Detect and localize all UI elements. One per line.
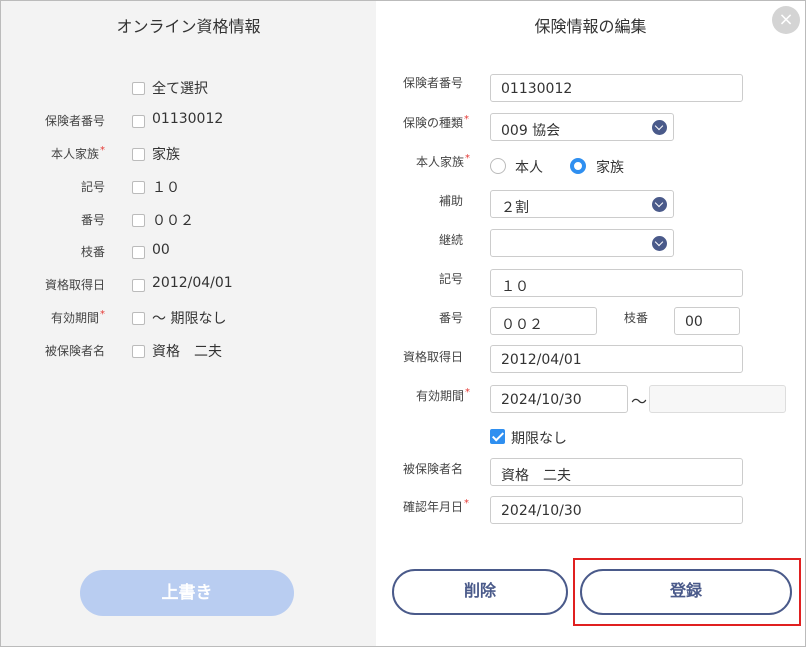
left-row-label: 資格取得日 [44,278,105,292]
chevron-down-icon [652,120,667,135]
left-row-label: 記号 [80,180,105,194]
insurer-number-input[interactable]: 01130012 [490,74,743,102]
register-button[interactable]: 登録 [580,569,792,615]
left-row-valid-period: 有効期間* ～ 期限なし [1,307,376,329]
select-all-checkbox[interactable] [132,82,145,95]
acquisition-date-input[interactable]: 2012/04/01 [490,345,743,373]
number-input[interactable]: ００２ [490,307,597,335]
left-row-label: 番号 [80,213,105,227]
right-panel-title: 保険情報の編集 [534,17,647,36]
radio-self-label: 本人 [515,160,543,176]
left-row-value: 家族 [152,147,180,163]
left-row-label: 有効期間* [50,309,105,325]
symbol-label: 記号 [439,272,464,286]
left-row-checkbox[interactable] [132,246,145,259]
left-row-value: ～ 期限なし [152,311,227,327]
radio-self[interactable] [490,158,506,174]
left-row-value: 00 [152,242,170,258]
left-row-value: １０ [152,180,180,196]
confirmation-date-label: 確認年月日* [403,498,470,514]
branch-input[interactable]: 00 [674,307,740,335]
self-family-label: 本人家族* [416,153,471,169]
insurance-type-label: 保険の種類* [403,114,470,130]
online-qualification-panel: オンライン資格情報 全て選択 保険者番号 01130012 本人家族* 家族 記… [1,1,376,646]
left-row-checkbox[interactable] [132,214,145,227]
valid-period-label: 有効期間* [416,387,471,403]
continuation-label: 継続 [439,233,464,247]
left-row-number: 番号 ００２ [1,209,376,231]
left-panel-title: オンライン資格情報 [116,17,261,36]
left-row-checkbox[interactable] [132,115,145,128]
left-row-label: 保険者番号 [44,114,105,128]
select-all-label: 全て選択 [152,81,208,97]
left-row-checkbox[interactable] [132,345,145,358]
insurer-number-label: 保険者番号 [403,76,464,90]
left-row-label: 被保険者名 [44,344,105,358]
radio-family[interactable] [570,158,586,174]
radio-family-label: 家族 [596,160,624,176]
left-row-self-family: 本人家族* 家族 [1,143,376,165]
assistance-value: ２割 [501,200,529,216]
valid-period-from-input[interactable]: 2024/10/30 [490,385,628,413]
chevron-down-icon [652,197,667,212]
overwrite-button[interactable]: 上書き [80,570,294,616]
number-label: 番号 [439,311,464,325]
continuation-select[interactable] [490,229,674,257]
assistance-label: 補助 [439,194,464,208]
branch-label: 枝番 [624,311,649,325]
insurance-type-value: 009 協会 [501,123,561,139]
left-row-value: 資格 二夫 [152,344,222,360]
left-row-checkbox[interactable] [132,279,145,292]
left-row-checkbox[interactable] [132,148,145,161]
left-row-checkbox[interactable] [132,312,145,325]
required-mark: * [100,309,105,320]
valid-period-to-input[interactable] [649,385,786,413]
close-button[interactable]: × [772,6,800,34]
left-row-value: 2012/04/01 [152,275,233,291]
left-row-acquisition-date: 資格取得日 2012/04/01 [1,274,376,296]
no-expiry-label: 期限なし [511,431,567,447]
left-row-value: ００２ [152,213,194,229]
period-separator: ～ [631,392,648,411]
insured-name-label: 被保険者名 [403,462,464,476]
confirmation-date-input[interactable]: 2024/10/30 [490,496,743,524]
left-row-label: 本人家族* [50,145,105,161]
acquisition-date-label: 資格取得日 [403,350,464,364]
symbol-input[interactable]: １０ [490,269,743,297]
insurance-type-select[interactable]: 009 協会 [490,113,674,141]
delete-button[interactable]: 削除 [392,569,568,615]
left-row-branch: 枝番 00 [1,241,376,263]
left-row-checkbox[interactable] [132,181,145,194]
select-all-row[interactable]: 全て選択 [1,77,376,99]
left-row-symbol: 記号 １０ [1,176,376,198]
insured-name-input[interactable]: 資格 二夫 [490,458,743,486]
chevron-down-icon [652,236,667,251]
left-row-value: 01130012 [152,111,224,127]
required-mark: * [100,145,105,156]
left-row-insurer-number: 保険者番号 01130012 [1,110,376,132]
no-expiry-checkbox[interactable] [490,429,505,444]
left-row-insured-name: 被保険者名 資格 二夫 [1,340,376,362]
left-row-label: 枝番 [80,245,105,259]
assistance-select[interactable]: ２割 [490,190,674,218]
